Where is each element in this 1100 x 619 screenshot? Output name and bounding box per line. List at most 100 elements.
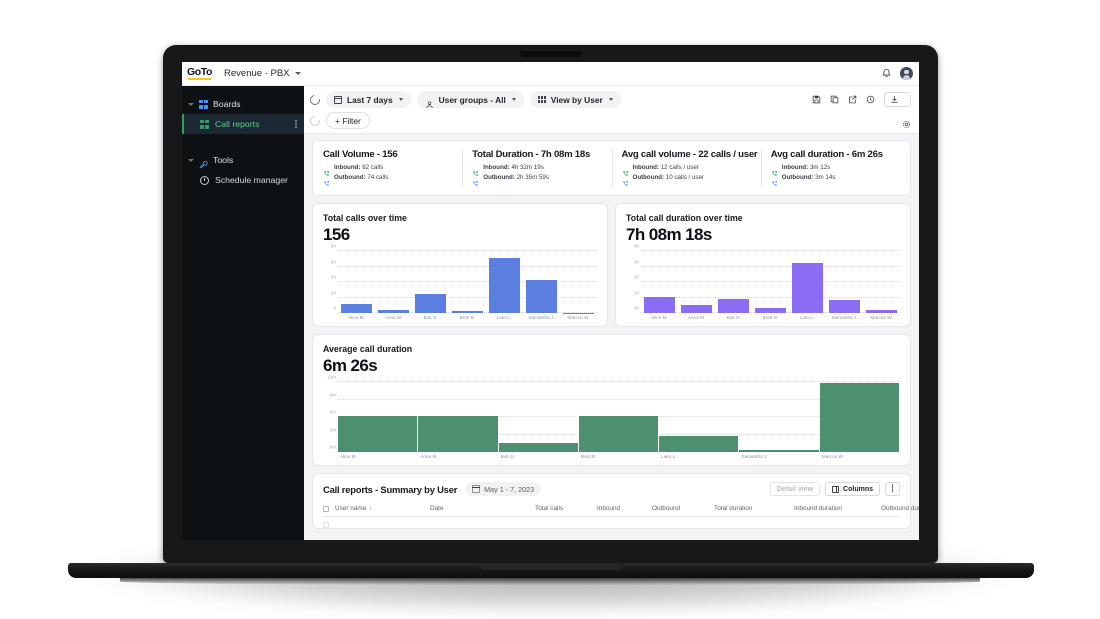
chart-bar[interactable] xyxy=(681,305,712,313)
chart-bar[interactable] xyxy=(718,299,749,313)
row-select-checkbox[interactable] xyxy=(323,522,329,528)
x-axis-label: Anna M. xyxy=(687,315,706,320)
sidebar-group-header-tools[interactable]: Tools xyxy=(182,150,304,170)
kpi-inbound-row: Inbound: 3m 12s xyxy=(771,164,910,176)
chart-bar[interactable] xyxy=(452,310,483,313)
sidebar-item-call-reports[interactable]: Call reports xyxy=(182,114,304,134)
save-icon[interactable] xyxy=(812,95,821,104)
avatar[interactable] xyxy=(900,67,913,80)
select-all-checkbox[interactable] xyxy=(323,505,329,512)
chart-bar[interactable] xyxy=(792,263,823,313)
chart-bar-slot[interactable] xyxy=(338,382,419,452)
chart-bar[interactable] xyxy=(338,415,419,452)
detail-view-button[interactable]: Detail view xyxy=(769,482,821,496)
chart-bar[interactable] xyxy=(739,450,820,452)
date-range-filter[interactable]: Last 7 days xyxy=(326,91,411,108)
bell-icon[interactable] xyxy=(881,68,892,79)
table-column-header[interactable]: User name ↓ xyxy=(335,505,430,512)
table-row[interactable] xyxy=(323,517,900,528)
refresh-icon[interactable] xyxy=(308,92,322,107)
chart-bar-slot[interactable] xyxy=(678,251,715,313)
chart-bars xyxy=(338,382,900,452)
chart-bar-slot[interactable] xyxy=(560,251,597,313)
download-button[interactable] xyxy=(884,92,911,107)
chart-bar[interactable] xyxy=(418,415,499,452)
chevron-down-icon xyxy=(398,98,403,101)
laptop-base-lip xyxy=(478,563,624,570)
chart-bar[interactable] xyxy=(526,279,557,313)
table-column-header[interactable]: Inbound duration xyxy=(794,505,881,512)
view-by-filter[interactable]: View by User xyxy=(529,91,621,108)
chart-bar-slot[interactable] xyxy=(863,251,900,313)
chart-bar[interactable] xyxy=(644,296,675,313)
chart-bar[interactable] xyxy=(415,293,446,313)
table-more-options-button[interactable] xyxy=(885,482,900,496)
chart-bar-slot[interactable] xyxy=(826,251,863,313)
chart-bar-slot[interactable] xyxy=(789,251,826,313)
chart-bar-slot[interactable] xyxy=(498,382,579,452)
x-axis-label: Marcus W. xyxy=(567,315,590,320)
sidebar-item-label: Call reports xyxy=(215,119,260,129)
kpi-outbound-label: Outbound: 10 calls / user xyxy=(632,174,705,181)
x-axis-label: Samantha J. xyxy=(831,315,858,320)
table-column-header[interactable]: Date xyxy=(430,505,535,512)
chart-bar[interactable] xyxy=(755,307,786,313)
gear-icon[interactable] xyxy=(902,116,911,129)
chart-bar-slot[interactable] xyxy=(659,382,740,452)
refresh-secondary-icon[interactable] xyxy=(308,113,322,128)
table-column-header[interactable]: Total duration xyxy=(714,505,794,512)
x-axis-label: Marcus W. xyxy=(821,454,844,459)
chart-headline-value: 156 xyxy=(323,225,350,244)
chevron-down-icon xyxy=(608,98,613,101)
chart-bar-slot[interactable] xyxy=(412,251,449,313)
chart-bar-slot[interactable] xyxy=(739,382,820,452)
columns-button[interactable]: Columns xyxy=(825,482,880,496)
kpi-outbound-row: Outbound: 3m 14s xyxy=(771,174,910,186)
app-topbar: GoTo Revenue - PBX xyxy=(182,62,919,86)
copy-icon[interactable] xyxy=(830,95,839,104)
workspace-switcher[interactable]: Revenue - PBX xyxy=(224,68,301,79)
history-icon[interactable] xyxy=(866,95,875,104)
chart-bar[interactable] xyxy=(866,310,897,313)
sidebar-group-header-boards[interactable]: Boards xyxy=(182,94,304,114)
kpi-outbound-row: Outbound: 74 calls xyxy=(323,174,462,186)
kpi-call-volume: Call Volume - 156 Inbound: 82 calls Outb… xyxy=(313,141,462,195)
table-column-header[interactable]: Outbound xyxy=(652,505,714,512)
y-axis-tick: 4h xyxy=(633,243,639,249)
chart-bar[interactable] xyxy=(498,442,579,452)
view-by-label: View by User xyxy=(550,94,603,105)
chart-bar[interactable] xyxy=(378,309,409,313)
sidebar-group-label: Boards xyxy=(213,99,241,109)
add-filter-button[interactable]: + Filter xyxy=(326,112,370,129)
chart-bar[interactable] xyxy=(659,436,740,452)
chart-bar[interactable] xyxy=(489,257,520,313)
sidebar-item-schedule-manager[interactable]: Schedule manager xyxy=(182,170,304,190)
chart-bar[interactable] xyxy=(829,299,860,313)
chart-bar[interactable] xyxy=(341,303,372,313)
chart-bar-slot[interactable] xyxy=(418,382,499,452)
chart-bar[interactable] xyxy=(578,415,660,452)
chart-bar-slot[interactable] xyxy=(578,382,660,452)
more-options-icon[interactable] xyxy=(295,120,297,128)
chart-bar-slot[interactable] xyxy=(375,251,412,313)
table-column-header[interactable]: Total calls xyxy=(535,505,597,512)
add-filter-label: + Filter xyxy=(335,115,361,126)
chart-bar-slot[interactable] xyxy=(752,251,789,313)
chart-title: Average call duration xyxy=(323,344,413,354)
table-date-range-chip[interactable]: May 1 - 7, 2023 xyxy=(465,482,542,496)
chart-bar-slot[interactable] xyxy=(715,251,752,313)
share-icon[interactable] xyxy=(848,95,857,104)
chart-bar-slot[interactable] xyxy=(819,382,900,452)
table-column-header[interactable]: Outbound duration xyxy=(881,505,919,512)
chart-bar-slot[interactable] xyxy=(449,251,486,313)
chart-bar-slot[interactable] xyxy=(641,251,678,313)
chart-bar-slot[interactable] xyxy=(338,251,375,313)
chart-bar-slot[interactable] xyxy=(486,251,523,313)
chart-bar[interactable] xyxy=(819,383,900,452)
outbound-call-icon xyxy=(323,174,330,186)
dashboard-scroll-area[interactable]: Call Volume - 156 Inbound: 82 calls Outb… xyxy=(304,134,919,540)
more-options-icon xyxy=(891,484,894,494)
chart-bar-slot[interactable] xyxy=(523,251,560,313)
table-column-header[interactable]: Inbound xyxy=(597,505,652,512)
user-groups-filter[interactable]: User groups - All xyxy=(416,91,524,108)
